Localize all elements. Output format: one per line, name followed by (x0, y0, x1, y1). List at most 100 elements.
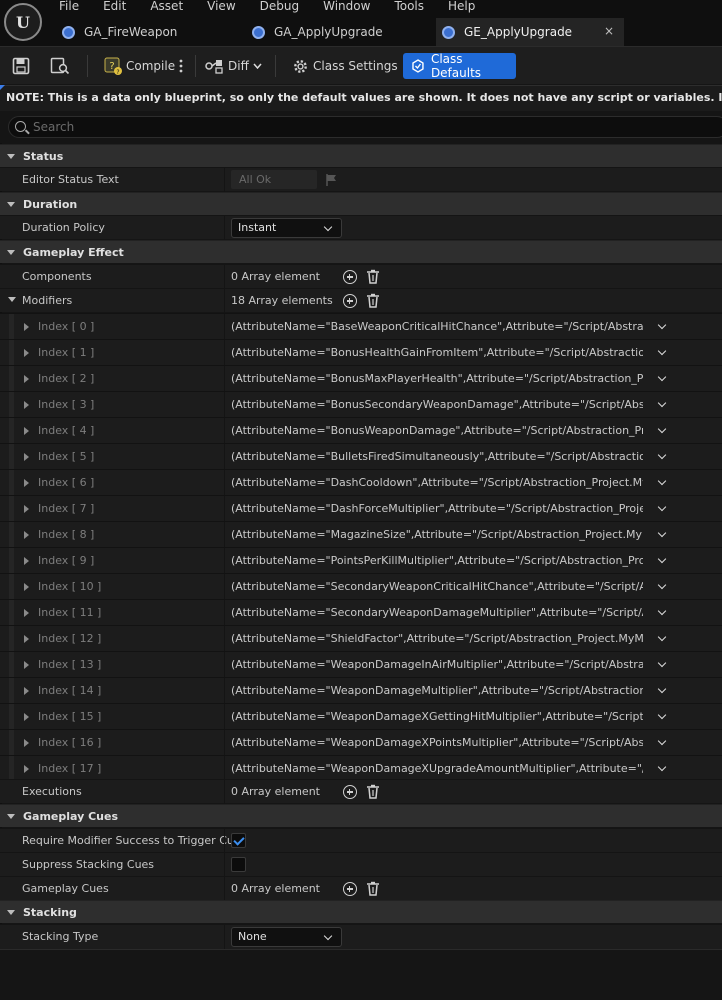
compile-button[interactable]: ?? Compile (103, 47, 175, 85)
chevron-down-icon[interactable] (657, 762, 667, 772)
chevron-down-icon[interactable] (657, 502, 667, 512)
column-divider (224, 418, 225, 444)
modifier-row[interactable]: Index [ 10 ] (AttributeName="SecondaryWea… (0, 573, 722, 600)
menu-window[interactable]: Window (322, 0, 379, 14)
array-count: 0 Array element (231, 270, 320, 283)
close-icon[interactable]: × (604, 24, 614, 38)
chevron-down-icon[interactable] (657, 554, 667, 564)
search-input[interactable] (33, 119, 633, 135)
add-element-icon[interactable] (343, 270, 357, 284)
caret-right-icon[interactable] (24, 453, 29, 461)
caret-right-icon[interactable] (24, 323, 29, 331)
chevron-down-icon[interactable] (657, 736, 667, 746)
chevron-down-icon[interactable] (657, 632, 667, 642)
section-gameplay-cues[interactable]: Gameplay Cues (0, 804, 722, 827)
caret-right-icon[interactable] (24, 609, 29, 617)
chevron-down-icon[interactable] (657, 684, 667, 694)
caret-right-icon[interactable] (24, 531, 29, 539)
modifier-row[interactable]: Index [ 14 ] (AttributeName="WeaponDamage… (0, 677, 722, 704)
modifier-row[interactable]: Index [ 12 ] (AttributeName="ShieldFactor… (0, 625, 722, 652)
caret-right-icon[interactable] (24, 687, 29, 695)
modifier-row[interactable]: Index [ 6 ] (AttributeName="DashCooldown"… (0, 469, 722, 496)
tab-ga-applyupgrade[interactable]: GA_ApplyUpgrade (252, 18, 432, 46)
menu-debug[interactable]: Debug (259, 0, 308, 14)
section-status[interactable]: Status (0, 144, 722, 167)
modifier-row[interactable]: Index [ 1 ] (AttributeName="BonusHealthGa… (0, 339, 722, 366)
caret-down-icon[interactable] (8, 297, 16, 303)
chevron-down-icon[interactable] (657, 580, 667, 590)
trash-icon[interactable] (366, 784, 380, 799)
modifier-row[interactable]: Index [ 13 ] (AttributeName="WeaponDamage… (0, 651, 722, 678)
modifier-row[interactable]: Index [ 16 ] (AttributeName="WeaponDamage… (0, 729, 722, 756)
suppress-stacking-cues-checkbox[interactable] (231, 857, 246, 872)
modifier-row[interactable]: Index [ 17 ] (AttributeName="WeaponDamage… (0, 755, 722, 782)
caret-right-icon[interactable] (24, 583, 29, 591)
chevron-down-icon[interactable] (657, 528, 667, 538)
tab-ge-applyupgrade[interactable]: GE_ApplyUpgrade × (436, 18, 624, 46)
caret-right-icon[interactable] (24, 427, 29, 435)
modifier-index-label: Index [ 15 ] (38, 710, 102, 723)
section-gameplay-effect[interactable]: Gameplay Effect (0, 240, 722, 263)
flag-icon[interactable] (324, 173, 338, 187)
modifier-row[interactable]: Index [ 2 ] (AttributeName="BonusMaxPlaye… (0, 365, 722, 392)
tab-ga-fireweapon[interactable]: GA_FireWeapon (62, 18, 242, 46)
browse-button[interactable] (50, 47, 70, 85)
chevron-down-icon[interactable] (657, 658, 667, 668)
compile-options-icon[interactable] (178, 47, 184, 85)
menu-edit[interactable]: Edit (102, 0, 135, 14)
caret-right-icon[interactable] (24, 713, 29, 721)
svg-text:?: ? (109, 61, 114, 72)
menu-help[interactable]: Help (447, 0, 484, 14)
class-settings-button[interactable]: Class Settings (292, 47, 398, 85)
chevron-down-icon[interactable] (657, 476, 667, 486)
menu-file[interactable]: File (58, 0, 88, 14)
section-duration[interactable]: Duration (0, 192, 722, 215)
chevron-down-icon[interactable] (657, 372, 667, 382)
add-element-icon[interactable] (343, 785, 357, 799)
caret-right-icon[interactable] (24, 557, 29, 565)
duration-policy-dropdown[interactable]: Instant (231, 218, 342, 238)
trash-icon[interactable] (366, 269, 380, 284)
require-modifier-success-checkbox[interactable] (231, 833, 246, 848)
caret-right-icon[interactable] (24, 739, 29, 747)
stacking-type-dropdown[interactable]: None (231, 927, 342, 947)
add-element-icon[interactable] (343, 882, 357, 896)
modifier-row[interactable]: Index [ 7 ] (AttributeName="DashForceMult… (0, 495, 722, 522)
diff-button[interactable]: Diff (205, 47, 262, 85)
modifier-row[interactable]: Index [ 9 ] (AttributeName="PointsPerKill… (0, 547, 722, 574)
caret-right-icon[interactable] (24, 401, 29, 409)
menu-view[interactable]: View (206, 0, 244, 14)
document-tabs: GA_FireWeapon GA_ApplyUpgrade GE_ApplyUp… (0, 18, 722, 46)
modifier-row[interactable]: Index [ 3 ] (AttributeName="BonusSecondar… (0, 391, 722, 418)
property-modifiers[interactable]: Modifiers 18 Array elements (0, 288, 722, 313)
modifier-row[interactable]: Index [ 4 ] (AttributeName="BonusWeaponDa… (0, 417, 722, 444)
chevron-down-icon[interactable] (657, 450, 667, 460)
blueprint-icon (442, 25, 455, 39)
chevron-down-icon[interactable] (657, 424, 667, 434)
save-button[interactable] (12, 47, 30, 85)
menu-asset[interactable]: Asset (149, 0, 192, 14)
chevron-down-icon[interactable] (657, 710, 667, 720)
caret-right-icon[interactable] (24, 349, 29, 357)
class-defaults-button[interactable]: Class Defaults (403, 52, 516, 80)
chevron-down-icon[interactable] (657, 320, 667, 330)
chevron-down-icon[interactable] (657, 398, 667, 408)
caret-right-icon[interactable] (24, 505, 29, 513)
section-stacking[interactable]: Stacking (0, 900, 722, 923)
modifier-row[interactable]: Index [ 11 ] (AttributeName="SecondaryWea… (0, 599, 722, 626)
modifier-row[interactable]: Index [ 0 ] (AttributeName="BaseWeaponCri… (0, 313, 722, 340)
caret-right-icon[interactable] (24, 375, 29, 383)
trash-icon[interactable] (366, 881, 380, 896)
trash-icon[interactable] (366, 293, 380, 308)
caret-right-icon[interactable] (24, 765, 29, 773)
modifier-row[interactable]: Index [ 8 ] (AttributeName="MagazineSize"… (0, 521, 722, 548)
caret-right-icon[interactable] (24, 479, 29, 487)
chevron-down-icon[interactable] (657, 606, 667, 616)
add-element-icon[interactable] (343, 294, 357, 308)
modifier-row[interactable]: Index [ 5 ] (AttributeName="BulletsFiredS… (0, 443, 722, 470)
caret-right-icon[interactable] (24, 661, 29, 669)
chevron-down-icon[interactable] (657, 346, 667, 356)
menu-tools[interactable]: Tools (393, 0, 433, 14)
modifier-row[interactable]: Index [ 15 ] (AttributeName="WeaponDamage… (0, 703, 722, 730)
caret-right-icon[interactable] (24, 635, 29, 643)
